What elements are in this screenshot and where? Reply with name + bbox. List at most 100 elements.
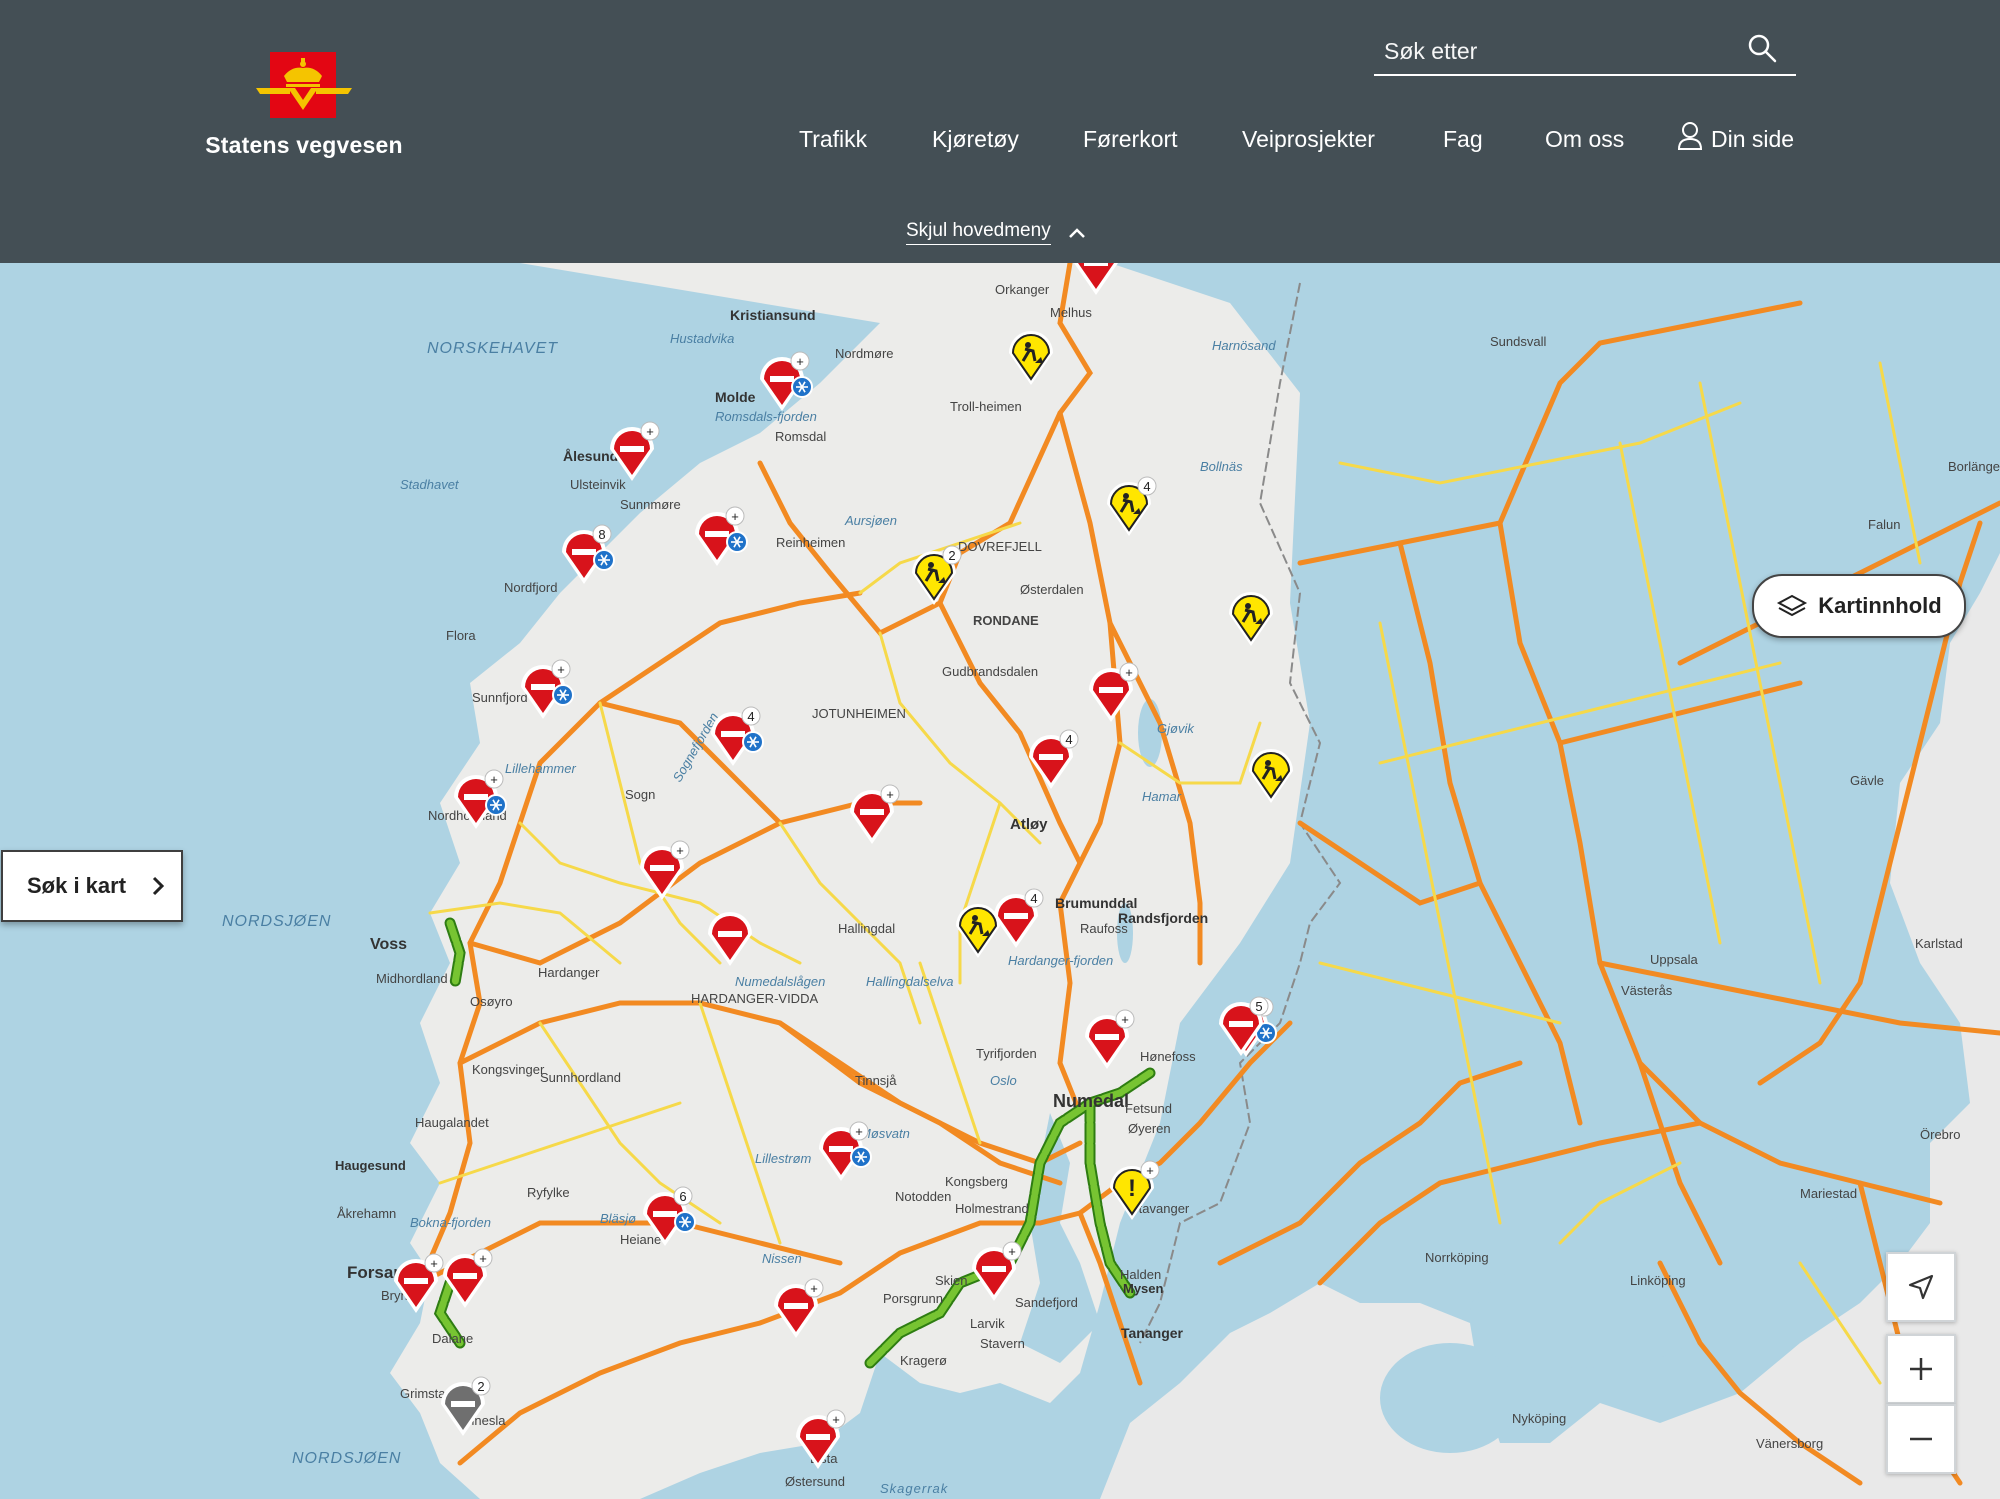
road-closed-marker[interactable]: +: [1085, 1009, 1135, 1069]
no-entry-icon: [464, 794, 488, 800]
zoom-in-button[interactable]: [1886, 1334, 1956, 1404]
search-map-label: Søk i kart: [27, 873, 127, 898]
road-closed-marker[interactable]: [1074, 263, 1118, 295]
site-header: Statens vegvesen Trafikk Kjøretøy Førerk…: [0, 0, 2000, 263]
svg-text:2: 2: [477, 1379, 484, 1394]
no-entry-icon: [982, 1266, 1006, 1272]
count-badge: 2: [942, 545, 962, 565]
svg-text:+: +: [490, 772, 498, 787]
nav-din-side[interactable]: Din side: [1677, 121, 1795, 153]
road-closed-marker[interactable]: 5: [1219, 996, 1269, 1056]
road-closed-marker[interactable]: +: [454, 769, 507, 829]
snow-icon: [791, 376, 813, 398]
road-closed-marker[interactable]: 2: [441, 1376, 491, 1436]
snow-icon: [593, 549, 615, 571]
roadwork-marker[interactable]: 2: [912, 545, 962, 605]
road-closed-marker[interactable]: +: [819, 1121, 872, 1181]
snow-icon: [726, 531, 748, 553]
road-closed-marker[interactable]: 8: [562, 524, 615, 584]
count-badge: 6: [673, 1186, 693, 1206]
svg-text:+: +: [1146, 1163, 1154, 1178]
road-closed-marker[interactable]: +: [521, 659, 574, 719]
nav-kjoretoy[interactable]: Kjøretøy: [932, 126, 1019, 153]
svg-text:+: +: [810, 1281, 818, 1296]
road-closed-marker[interactable]: +: [610, 421, 660, 481]
no-entry-icon: [1095, 1034, 1119, 1040]
nav-om-oss[interactable]: Om oss: [1545, 126, 1624, 153]
count-badge: +: [424, 1253, 444, 1273]
no-entry-icon: [404, 1278, 428, 1284]
search-input[interactable]: [1382, 34, 1746, 68]
road-closed-marker[interactable]: 4: [711, 706, 764, 766]
map-layers-button[interactable]: Kartinnhold: [1752, 574, 1966, 638]
road-closed-marker[interactable]: +: [394, 1253, 444, 1313]
map-layers-label: Kartinnhold: [1818, 593, 1942, 618]
svg-text:+: +: [731, 509, 739, 524]
road-closed-marker[interactable]: +: [850, 784, 900, 844]
no-entry-icon: [1099, 687, 1123, 693]
nav-din-side-label: Din side: [1711, 126, 1795, 152]
roadwork-marker[interactable]: [956, 904, 1000, 958]
traffic-map[interactable]: NORSKEHAVET NORDSJØEN NORDSJØEN Skagerra…: [0, 263, 2000, 1499]
svg-text:4: 4: [747, 709, 754, 724]
no-entry-icon: [653, 1211, 677, 1217]
no-entry-icon: [1039, 754, 1063, 760]
road-closed-marker[interactable]: [708, 912, 752, 966]
nav-veiprosjekter[interactable]: Veiprosjekter: [1242, 126, 1375, 153]
road-closed-marker[interactable]: 4: [994, 888, 1044, 948]
chevron-right-icon: [152, 876, 165, 896]
search-map-button[interactable]: Søk i kart: [1, 850, 183, 922]
road-closed-marker[interactable]: +: [1089, 662, 1139, 722]
road-closed-marker[interactable]: +: [760, 351, 813, 411]
roadwork-marker[interactable]: [1009, 331, 1053, 385]
count-badge: +: [551, 659, 571, 679]
no-entry-icon: [620, 446, 644, 452]
road-closed-marker[interactable]: +: [640, 840, 690, 900]
no-entry-icon: [1084, 263, 1108, 266]
nav-fag[interactable]: Fag: [1443, 126, 1483, 153]
road-closed-marker[interactable]: +: [972, 1241, 1022, 1301]
snow-icon: [742, 731, 764, 753]
road-closed-marker[interactable]: 4: [1029, 729, 1079, 789]
search-icon[interactable]: [1746, 32, 1778, 64]
svg-text:+: +: [646, 424, 654, 439]
svg-text:6: 6: [679, 1189, 686, 1204]
road-closed-marker[interactable]: +: [443, 1248, 493, 1308]
hide-main-menu-toggle[interactable]: Skjul hovedmeny: [906, 220, 1089, 245]
roadwork-marker[interactable]: 4: [1107, 476, 1157, 536]
count-badge: 4: [1059, 729, 1079, 749]
roadwork-marker[interactable]: [1229, 592, 1273, 646]
road-closed-marker[interactable]: 6: [643, 1186, 696, 1246]
roadwork-marker[interactable]: [1249, 749, 1293, 803]
layers-icon: [1777, 594, 1808, 617]
snow-icon: [552, 684, 574, 706]
no-entry-icon: [572, 549, 596, 555]
chevron-up-icon: [1068, 227, 1085, 238]
no-entry-icon: [1229, 1021, 1253, 1027]
count-badge: +: [640, 421, 660, 441]
nav-trafikk[interactable]: Trafikk: [799, 126, 867, 153]
no-entry-icon: [718, 931, 742, 937]
road-closed-marker[interactable]: +: [695, 506, 748, 566]
road-closed-marker[interactable]: +: [796, 1409, 846, 1469]
svg-text:5: 5: [1255, 999, 1262, 1014]
count-badge: 4: [1024, 888, 1044, 908]
count-badge: +: [826, 1409, 846, 1429]
nav-forerkort[interactable]: Førerkort: [1083, 126, 1178, 153]
brand-logo[interactable]: Statens vegvesen: [202, 52, 406, 159]
svg-text:4: 4: [1030, 891, 1037, 906]
no-entry-icon: [453, 1273, 477, 1279]
svg-text:8: 8: [598, 527, 605, 542]
count-badge: +: [473, 1248, 493, 1268]
zoom-out-button[interactable]: [1886, 1404, 1956, 1474]
warning-marker[interactable]: !+: [1110, 1160, 1160, 1220]
count-badge: +: [670, 840, 690, 860]
locate-button[interactable]: [1886, 1252, 1956, 1322]
road-closed-marker[interactable]: +: [774, 1278, 824, 1338]
crown-logo-icon: [256, 52, 352, 118]
no-entry-icon: [1004, 913, 1028, 919]
snow-icon: [674, 1211, 696, 1233]
no-entry-icon: [860, 809, 884, 815]
no-entry-icon: [806, 1434, 830, 1440]
count-badge: 5: [1249, 996, 1269, 1016]
